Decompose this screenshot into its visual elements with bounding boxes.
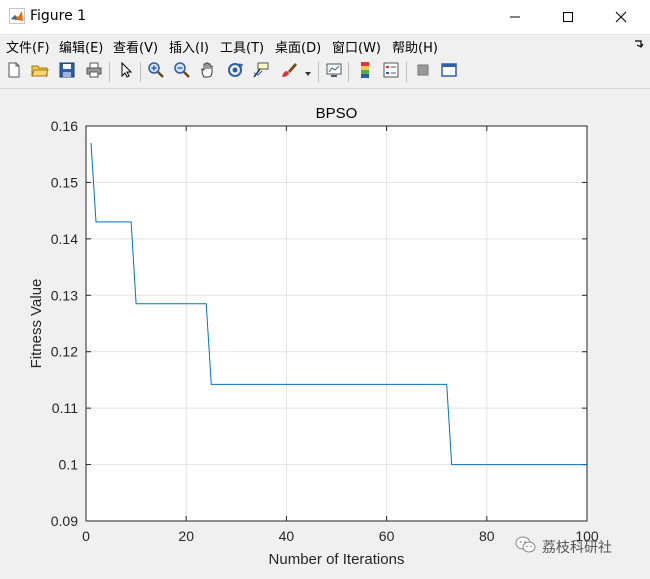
- hide-plot-tools-icon: [414, 61, 432, 83]
- toolbar-separator: [318, 62, 319, 82]
- menu-help[interactable]: 帮助(H): [392, 37, 438, 56]
- x-axis-label: Number of Iterations: [269, 551, 405, 568]
- minimize-button[interactable]: [492, 0, 538, 34]
- toolbar-separator: [348, 62, 349, 82]
- menu-view[interactable]: 查看(V): [113, 37, 158, 56]
- toolbar-separator: [109, 62, 110, 82]
- y-tick-label: 0.15: [51, 174, 78, 190]
- close-button[interactable]: [598, 0, 644, 34]
- zoom-in-button[interactable]: [145, 61, 167, 83]
- hide-plot-tools-button[interactable]: [412, 61, 434, 83]
- x-tick-label: 40: [279, 528, 295, 544]
- pan-button[interactable]: [197, 61, 219, 83]
- minimize-icon: [509, 8, 521, 27]
- menu-edit[interactable]: 编辑(E): [59, 37, 103, 56]
- toolbar-separator: [406, 62, 407, 82]
- new-figure-button[interactable]: [3, 61, 25, 83]
- show-plot-tools-icon: [440, 61, 458, 83]
- pointer-icon: [117, 61, 135, 83]
- line-chart[interactable]: 0 20 40 60 80 1000.090.10.110.120.130.140.150…: [0, 89, 650, 575]
- menu-bar: 文件(F) 编辑(E) 查看(V) 插入(I) 工具(T) 桌面(D) 窗口(W…: [0, 35, 650, 57]
- x-tick-label: 80: [479, 528, 495, 544]
- dock-arrow-icon[interactable]: [634, 39, 644, 52]
- y-tick-label: 0.09: [51, 513, 78, 529]
- colorbar-icon: [356, 61, 374, 83]
- link-plot-button[interactable]: [323, 61, 345, 83]
- link-plot-icon: [325, 61, 343, 83]
- window-title: Figure 1: [30, 8, 87, 24]
- menu-file[interactable]: 文件(F): [6, 37, 50, 56]
- watermark-text: 荔枝科研社: [542, 540, 612, 556]
- open-folder-icon: [31, 61, 49, 83]
- maximize-button[interactable]: [545, 0, 591, 34]
- menu-insert[interactable]: 插入(I): [169, 37, 209, 56]
- insert-colorbar-button[interactable]: [354, 61, 376, 83]
- new-figure-icon: [5, 61, 23, 83]
- edit-plot-button[interactable]: [115, 61, 137, 83]
- save-icon: [58, 61, 76, 83]
- x-tick-label: 60: [379, 528, 395, 544]
- y-tick-label: 0.14: [51, 231, 78, 247]
- rotate-3d-button[interactable]: [224, 61, 246, 83]
- x-tick-label: 0: [82, 528, 90, 544]
- brush-icon: [280, 61, 298, 83]
- maximize-icon: [562, 8, 574, 27]
- insert-legend-button[interactable]: [380, 61, 402, 83]
- data-cursor-icon: [252, 61, 270, 83]
- brush-button[interactable]: [278, 61, 300, 83]
- pan-hand-icon: [199, 61, 217, 83]
- open-file-button[interactable]: [29, 61, 51, 83]
- menu-tools[interactable]: 工具(T): [220, 37, 264, 56]
- y-axis-label: Fitness Value: [28, 279, 45, 369]
- watermark: 荔枝科研社: [515, 536, 612, 558]
- save-button[interactable]: [56, 61, 78, 83]
- title-bar: Figure 1: [0, 0, 650, 35]
- y-tick-label: 0.11: [52, 400, 78, 416]
- matlab-icon: [9, 8, 25, 24]
- zoom-in-icon: [147, 61, 165, 83]
- brush-dropdown-button[interactable]: [302, 61, 314, 83]
- show-plot-tools-button[interactable]: [438, 61, 460, 83]
- legend-icon: [382, 61, 400, 83]
- wechat-icon: [515, 536, 537, 558]
- chevron-down-icon: [304, 63, 312, 82]
- axes-background: [86, 126, 587, 521]
- close-icon: [615, 8, 627, 27]
- zoom-out-button[interactable]: [171, 61, 193, 83]
- chart-title: BPSO: [316, 105, 358, 122]
- y-tick-label: 0.12: [51, 344, 78, 360]
- print-button[interactable]: [83, 61, 105, 83]
- figure-canvas: 0 20 40 60 80 100 0.09 0.1 0.11 0.12 0.13 0.14 0.15 0…: [0, 89, 650, 575]
- toolbar: [0, 58, 650, 89]
- toolbar-separator: [140, 62, 141, 82]
- print-icon: [85, 61, 103, 83]
- menu-desktop[interactable]: 桌面(D): [275, 37, 321, 56]
- rotate-3d-icon: [226, 61, 244, 83]
- menu-window[interactable]: 窗口(W): [332, 37, 381, 56]
- y-tick-label: 0.16: [51, 118, 78, 134]
- y-tick-label: 0.13: [51, 287, 78, 303]
- zoom-out-icon: [173, 61, 191, 83]
- data-cursor-button[interactable]: [250, 61, 272, 83]
- x-tick-label: 20: [178, 528, 194, 544]
- y-tick-label: 0.1: [59, 457, 79, 473]
